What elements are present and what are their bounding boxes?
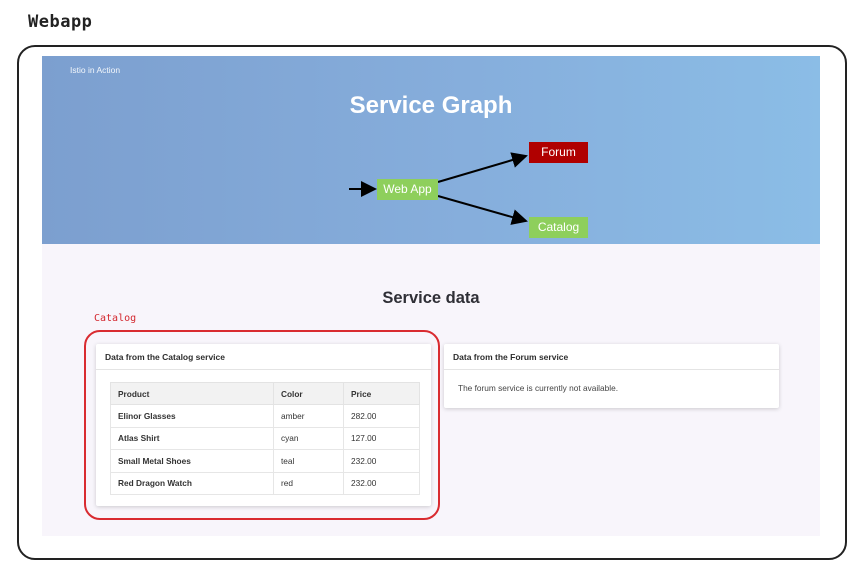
- column-header-price: Price: [343, 382, 420, 405]
- product-name: Red Dragon Watch: [110, 471, 274, 495]
- edge-webapp-forum: [437, 152, 528, 183]
- hero-banner: Istio in Action Service Graph Web App Fo…: [42, 56, 820, 244]
- table-row: Red Dragon Watch red 232.00: [110, 471, 420, 495]
- table-row: Atlas Shirt cyan 127.00: [110, 426, 420, 450]
- webapp-page: Istio in Action Service Graph Web App Fo…: [42, 56, 820, 536]
- node-catalog: Catalog: [529, 217, 588, 238]
- edge-webapp-catalog: [437, 195, 528, 225]
- forum-card-header: Data from the Forum service: [444, 344, 779, 370]
- figure-title: Webapp: [28, 12, 93, 32]
- product-name: Small Metal Shoes: [110, 449, 274, 473]
- section-title: Service data: [382, 289, 480, 307]
- product-color: cyan: [273, 426, 344, 450]
- product-price: 282.00: [343, 404, 420, 428]
- product-price: 232.00: [343, 449, 420, 473]
- catalog-card: Data from the Catalog service Product Co…: [96, 344, 431, 506]
- column-header-color: Color: [273, 382, 344, 405]
- service-graph: [349, 152, 528, 225]
- node-webapp: Web App: [377, 179, 438, 200]
- product-color: teal: [273, 449, 344, 473]
- table-row: Small Metal Shoes teal 232.00: [110, 449, 420, 473]
- node-forum: Forum: [529, 142, 588, 163]
- product-price: 127.00: [343, 426, 420, 450]
- product-price: 232.00: [343, 471, 420, 495]
- catalog-card-header: Data from the Catalog service: [96, 344, 431, 370]
- table-row: Elinor Glasses amber 282.00: [110, 404, 420, 428]
- product-color: amber: [273, 404, 344, 428]
- column-header-product: Product: [110, 382, 274, 405]
- annotation-label-catalog: Catalog: [94, 313, 137, 324]
- product-color: red: [273, 471, 344, 495]
- products-table: Product Color Price Elinor Glasses amber…: [110, 382, 420, 495]
- product-name: Elinor Glasses: [110, 404, 274, 428]
- forum-card: Data from the Forum service The forum se…: [444, 344, 779, 408]
- forum-status-message: The forum service is currently not avail…: [458, 383, 619, 393]
- product-name: Atlas Shirt: [110, 426, 274, 450]
